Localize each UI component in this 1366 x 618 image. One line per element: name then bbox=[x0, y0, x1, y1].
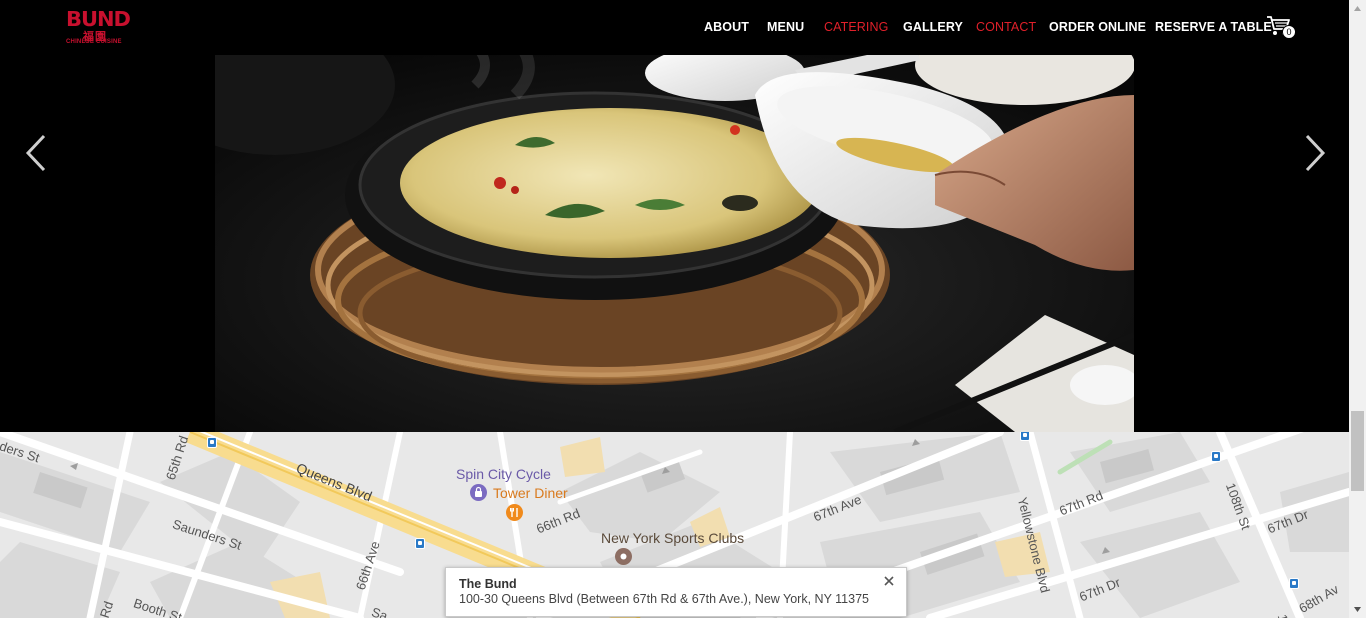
shopping-bag-icon[interactable] bbox=[470, 484, 487, 501]
scrollbar-thumb[interactable] bbox=[1351, 411, 1364, 491]
slider-prev-button[interactable] bbox=[24, 133, 50, 173]
transit-icon[interactable] bbox=[207, 437, 217, 448]
nav-order-online[interactable]: ORDER ONLINE bbox=[1049, 20, 1146, 34]
nav-menu[interactable]: MENU bbox=[767, 20, 804, 34]
site-header: BUND 福園 CHINESE CUISINE ABOUT MENU CATER… bbox=[0, 0, 1349, 55]
hero-slider bbox=[0, 55, 1349, 432]
nav-gallery[interactable]: GALLERY bbox=[903, 20, 963, 34]
page-scrollbar[interactable] bbox=[1349, 0, 1366, 618]
chevron-right-icon bbox=[1305, 134, 1326, 172]
transit-icon[interactable] bbox=[1211, 451, 1221, 462]
brand-logo[interactable]: BUND 福園 CHINESE CUISINE bbox=[64, 7, 134, 48]
gym-icon[interactable] bbox=[615, 548, 632, 565]
cart-count-badge: 0 bbox=[1282, 25, 1296, 39]
scroll-down-button[interactable] bbox=[1349, 601, 1366, 618]
map-info-window: The Bund 100-30 Queens Blvd (Between 67t… bbox=[445, 567, 907, 617]
chevron-left-icon bbox=[25, 134, 46, 172]
transit-icon[interactable] bbox=[1289, 578, 1299, 589]
triangle-down-icon bbox=[1354, 607, 1361, 612]
place-label-spin-city-cycle[interactable]: Spin City Cycle bbox=[456, 466, 551, 482]
nav-reserve-table[interactable]: RESERVE A TABLE bbox=[1155, 20, 1272, 34]
cart-button[interactable]: 0 bbox=[1266, 14, 1298, 42]
restaurant-icon[interactable] bbox=[506, 504, 523, 521]
brand-tagline: CHINESE CUISINE bbox=[66, 39, 122, 45]
nav-about[interactable]: ABOUT bbox=[704, 20, 749, 34]
hero-photo-soup-pot bbox=[215, 55, 1134, 432]
soup-pot-illustration bbox=[215, 55, 1134, 432]
nav-contact[interactable]: CONTACT bbox=[976, 20, 1036, 34]
transit-icon[interactable] bbox=[1020, 432, 1030, 441]
triangle-up-icon bbox=[1354, 6, 1361, 11]
transit-icon[interactable] bbox=[415, 538, 425, 549]
location-map[interactable]: ders St 65th Rd Queens Blvd Saunders St … bbox=[0, 432, 1349, 618]
slider-next-button[interactable] bbox=[1301, 133, 1327, 173]
nav-catering[interactable]: CATERING bbox=[824, 20, 888, 34]
info-window-close-button[interactable] bbox=[882, 574, 896, 588]
info-window-title: The Bund bbox=[459, 577, 517, 591]
info-window-address: 100-30 Queens Blvd (Between 67th Rd & 67… bbox=[459, 592, 869, 606]
close-icon bbox=[884, 576, 894, 586]
scroll-up-button[interactable] bbox=[1349, 0, 1366, 17]
place-label-new-york-sports-clubs[interactable]: New York Sports Clubs bbox=[601, 530, 744, 546]
place-label-tower-diner[interactable]: Tower Diner bbox=[493, 485, 568, 501]
